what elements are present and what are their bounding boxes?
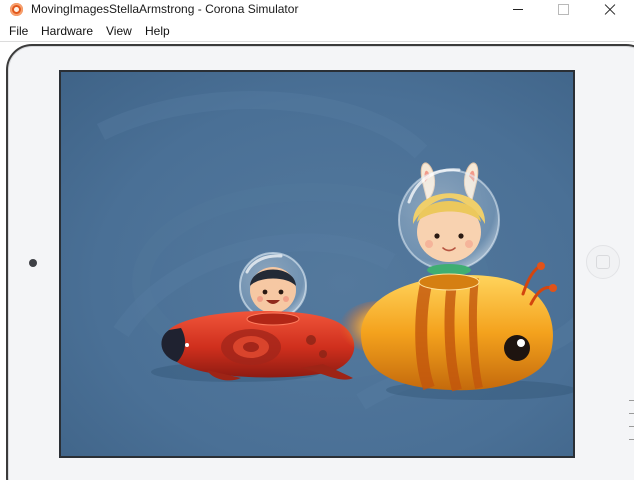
corona-logo-icon: [10, 3, 23, 16]
window-title: MovingImagesStellaArmstrong - Corona Sim…: [31, 2, 299, 16]
window-edge-marks: [629, 395, 634, 445]
menu-hardware[interactable]: Hardware: [41, 24, 93, 38]
menu-bar: File Hardware View Help: [0, 20, 634, 40]
minimize-button[interactable]: [495, 0, 541, 19]
menu-view[interactable]: View: [106, 24, 132, 38]
menu-file[interactable]: File: [9, 24, 28, 38]
camera-icon: [29, 259, 37, 267]
home-button[interactable]: [586, 245, 620, 279]
scene-canvas: [61, 72, 573, 456]
simulator-screen[interactable]: [59, 70, 575, 458]
menu-help[interactable]: Help: [145, 24, 170, 38]
maximize-button[interactable]: [541, 0, 587, 19]
close-button[interactable]: [587, 0, 633, 19]
title-bar: MovingImagesStellaArmstrong - Corona Sim…: [0, 0, 634, 19]
